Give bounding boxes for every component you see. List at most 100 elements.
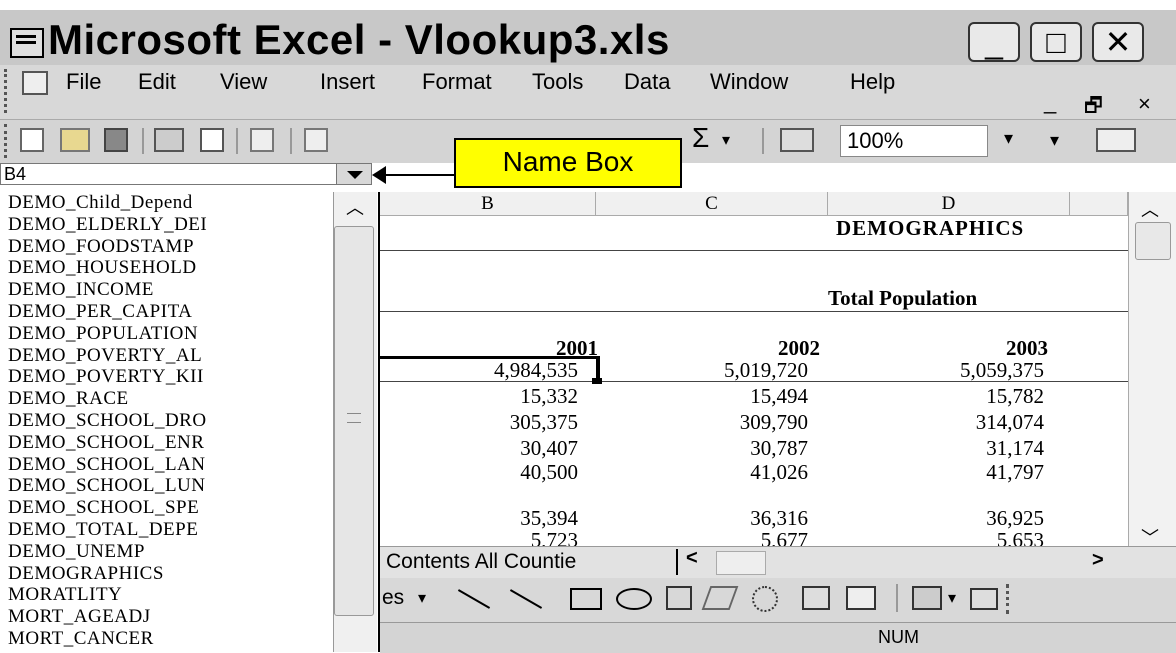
save-icon[interactable]	[104, 128, 128, 152]
cell-b4[interactable]: 4,984,535	[430, 358, 578, 383]
scroll-left-icon[interactable]: <	[686, 547, 698, 570]
list-item[interactable]: DEMO_RACE	[8, 388, 330, 410]
merge-center-icon[interactable]	[1096, 128, 1136, 152]
horizontal-scroll-thumb[interactable]	[716, 551, 766, 575]
clipart-tool-icon[interactable]	[802, 586, 830, 610]
toolbar-grip-handle[interactable]	[4, 124, 11, 158]
list-item[interactable]: DEMO_ELDERLY_DEI	[8, 214, 330, 236]
toolbar-options-icon[interactable]: ▾	[1050, 130, 1059, 151]
menu-view[interactable]: View	[220, 69, 267, 95]
cell-d4[interactable]: 5,059,375	[896, 358, 1044, 383]
sheet-tab[interactable]: Contents All Countie	[386, 550, 576, 574]
toolbar-grip-handle[interactable]	[1006, 584, 1013, 614]
list-item[interactable]: DEMO_SCHOOL_LAN	[8, 454, 330, 476]
scroll-right-icon[interactable]: >	[1092, 549, 1104, 572]
rectangle-tool-icon[interactable]	[570, 588, 602, 610]
zoom-select[interactable]: 100%	[840, 125, 988, 157]
cell-c6[interactable]: 309,790	[660, 410, 808, 435]
draw-dropdown-icon[interactable]: ▾	[418, 588, 426, 608]
doc-minimize-button[interactable]: _	[1044, 89, 1056, 115]
sheet-heading[interactable]: DEMOGRAPHICS	[836, 216, 1024, 241]
cell-c5[interactable]: 15,494	[660, 384, 808, 409]
doc-close-button[interactable]: ×	[1138, 91, 1151, 117]
list-item[interactable]: DEMO_TOTAL_DEPE	[8, 519, 330, 541]
scroll-up-icon[interactable]: ︿	[1141, 196, 1159, 222]
3d-style-icon[interactable]	[970, 588, 998, 610]
fill-color-dropdown-icon[interactable]: ▾	[948, 588, 956, 608]
oval-tool-icon[interactable]	[616, 588, 652, 610]
list-item[interactable]: DEMOGRAPHICS	[8, 563, 330, 585]
cell-d8[interactable]: 41,797	[896, 460, 1044, 485]
cell-c7[interactable]: 30,787	[660, 436, 808, 461]
name-box-dropdown-list[interactable]: DEMO_Child_Depend DEMO_ELDERLY_DEI DEMO_…	[0, 192, 380, 652]
new-document-icon[interactable]	[20, 128, 44, 152]
cell-c4[interactable]: 5,019,720	[660, 358, 808, 383]
list-item[interactable]: DEMO_SCHOOL_SPE	[8, 497, 330, 519]
column-header-b[interactable]: B	[380, 192, 596, 216]
zoom-dropdown-icon[interactable]: ▾	[1004, 128, 1013, 149]
list-item[interactable]: MORT_CANCER	[8, 628, 330, 650]
name-box[interactable]: B4	[0, 163, 372, 185]
list-item[interactable]: DEMO_UNEMP	[8, 541, 330, 563]
dropdown-scroll-thumb[interactable]	[334, 226, 374, 616]
column-header-e[interactable]	[1070, 192, 1128, 216]
cut-icon[interactable]	[304, 128, 328, 152]
list-item[interactable]: DEMO_HOUSEHOLD	[8, 257, 330, 279]
cell-b7[interactable]: 30,407	[430, 436, 578, 461]
picture-tool-icon[interactable]	[846, 586, 876, 610]
fill-handle[interactable]	[592, 378, 602, 384]
list-item[interactable]: DEMO_SCHOOL_LUN	[8, 475, 330, 497]
wordart-tool-icon[interactable]	[701, 586, 739, 610]
list-item[interactable]: DEMO_POVERTY_AL	[8, 345, 330, 367]
tab-splitter[interactable]	[676, 549, 678, 575]
autosum-icon[interactable]: Σ	[692, 122, 709, 154]
sheet-scroll-thumb[interactable]	[1135, 222, 1171, 260]
cell-c8[interactable]: 41,026	[660, 460, 808, 485]
menu-grip-handle[interactable]	[4, 69, 11, 113]
menu-format[interactable]: Format	[422, 69, 492, 95]
cell-d6[interactable]: 314,074	[896, 410, 1044, 435]
minimize-button[interactable]: _	[968, 22, 1020, 62]
list-item[interactable]: DEMO_POVERTY_KII	[8, 366, 330, 388]
menu-insert[interactable]: Insert	[320, 69, 375, 95]
list-item[interactable]: DEMO_Child_Depend	[8, 192, 330, 214]
menu-window[interactable]: Window	[710, 69, 788, 95]
sheet-subheading[interactable]: Total Population	[828, 286, 977, 311]
close-button[interactable]: ✕	[1092, 22, 1144, 62]
cell-d7[interactable]: 31,174	[896, 436, 1044, 461]
list-item[interactable]: MORT_AGEADJ	[8, 606, 330, 628]
list-item[interactable]: DEMO_FOODSTAMP	[8, 236, 330, 258]
column-header-c[interactable]: C	[596, 192, 828, 216]
menu-help[interactable]: Help	[850, 69, 895, 95]
arrow-tool-icon[interactable]	[509, 589, 543, 609]
maximize-button[interactable]: □	[1030, 22, 1082, 62]
list-item[interactable]: DEMO_PER_CAPITA	[8, 301, 330, 323]
fill-color-icon[interactable]	[912, 586, 942, 610]
diagram-tool-icon[interactable]	[752, 586, 778, 612]
menu-data[interactable]: Data	[624, 69, 670, 95]
cell-b6[interactable]: 305,375	[430, 410, 578, 435]
list-item[interactable]: MORATLITY	[8, 584, 330, 606]
line-tool-icon[interactable]	[457, 589, 491, 609]
dropdown-scroll-up-icon[interactable]: ︿	[346, 194, 364, 220]
name-box-dropdown-button[interactable]	[336, 163, 372, 185]
autosum-dropdown-icon[interactable]: ▾	[722, 130, 730, 150]
column-header-d[interactable]: D	[828, 192, 1070, 216]
menu-edit[interactable]: Edit	[138, 69, 176, 95]
open-folder-icon[interactable]	[60, 128, 90, 152]
list-item[interactable]: DEMO_SCHOOL_DRO	[8, 410, 330, 432]
list-item[interactable]: DEMO_POPULATION	[8, 323, 330, 345]
spelling-icon[interactable]	[250, 128, 274, 152]
list-item[interactable]: DEMO_SCHOOL_ENR	[8, 432, 330, 454]
document-icon[interactable]	[22, 71, 48, 95]
menu-tools[interactable]: Tools	[532, 69, 583, 95]
textbox-tool-icon[interactable]	[666, 586, 692, 610]
print-preview-icon[interactable]	[200, 128, 224, 152]
chart-wizard-icon[interactable]	[780, 128, 814, 152]
sheet-vertical-scrollbar[interactable]: ︿ ﹀	[1128, 192, 1176, 554]
excel-app-icon[interactable]	[10, 28, 44, 58]
menu-file[interactable]: File	[66, 69, 101, 95]
cell-b5[interactable]: 15,332	[430, 384, 578, 409]
cell-b8[interactable]: 40,500	[430, 460, 578, 485]
cell-d5[interactable]: 15,782	[896, 384, 1044, 409]
